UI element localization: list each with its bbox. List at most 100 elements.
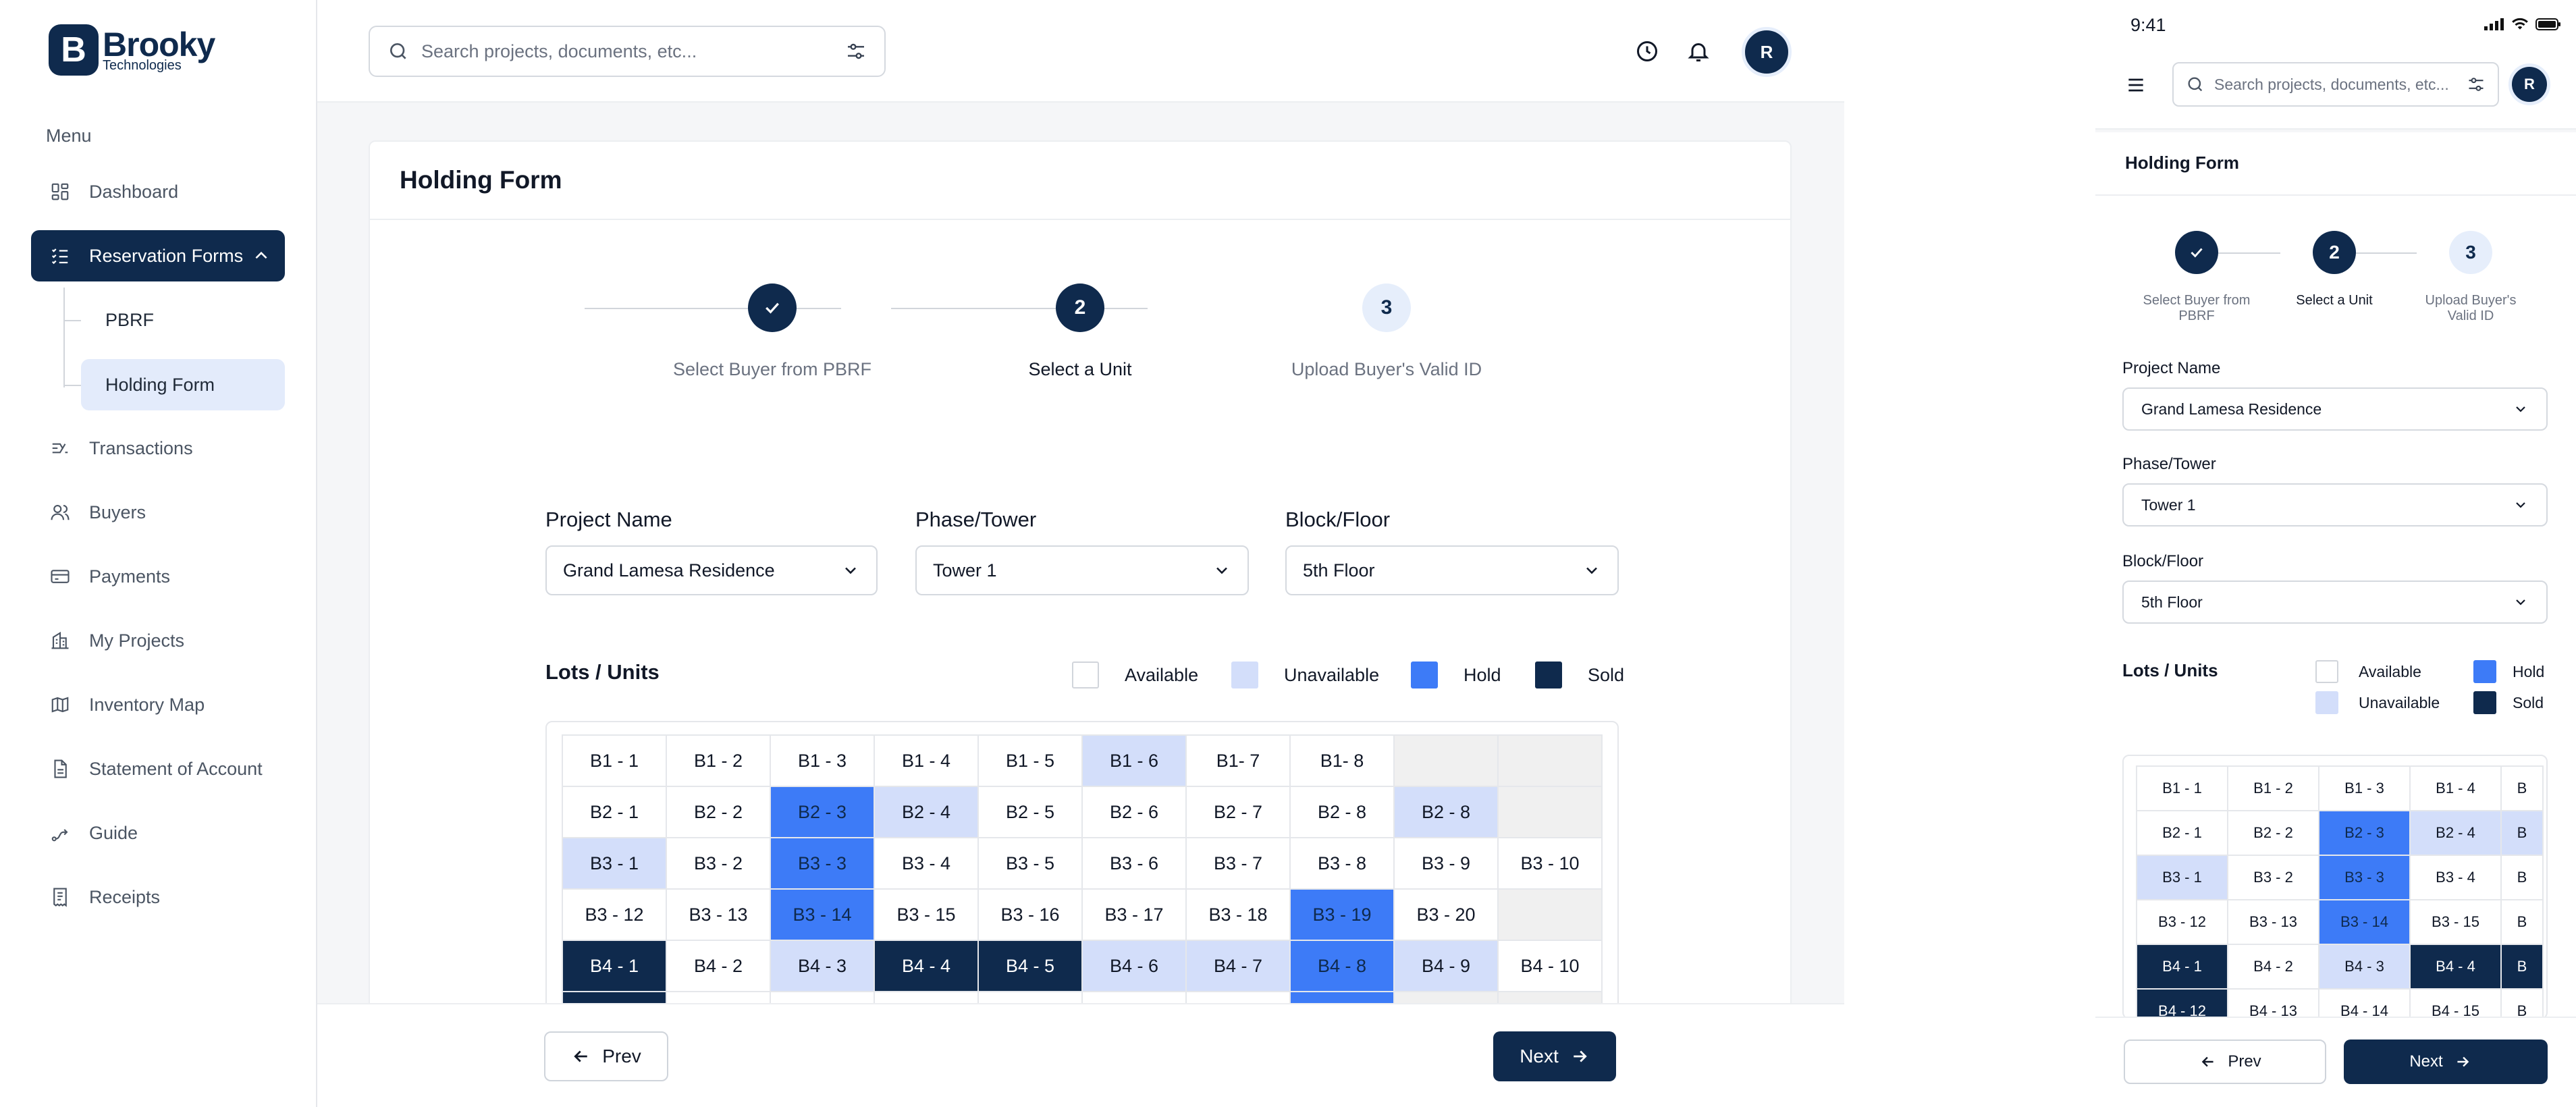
unit-cell[interactable]: B2 - 8 (1291, 787, 1393, 837)
unit-cell[interactable]: B2 - 8 (1395, 787, 1497, 837)
unit-cell[interactable]: B1- 8 (1291, 736, 1393, 786)
unit-cell[interactable]: B3 - 8 (1291, 838, 1393, 888)
unit-cell[interactable]: B3 - 10 (1499, 838, 1601, 888)
search-input[interactable]: Search projects, documents, etc... (421, 41, 845, 62)
unit-cell[interactable]: B1 - 4 (2411, 767, 2500, 810)
avatar[interactable]: R (1742, 27, 1792, 77)
unit-cell[interactable]: B3 - 1 (2137, 856, 2227, 899)
next-button[interactable]: Next (1493, 1031, 1616, 1081)
unit-cell[interactable]: B4 - 14 (2319, 990, 2409, 1018)
unit-cell[interactable]: B3 - 14 (2319, 900, 2409, 944)
brand-logo[interactable]: B Brooky Technologies (49, 24, 215, 76)
unit-cell[interactable]: B3 - 16 (979, 890, 1081, 940)
search-bar[interactable]: Search projects, documents, etc... (369, 26, 886, 77)
unit-cell[interactable]: B3 - 13 (667, 890, 770, 940)
unit-cell[interactable]: B3 - 3 (2319, 856, 2409, 899)
unit-cell[interactable]: B2 - 4 (2411, 811, 2500, 855)
block-floor-select[interactable]: 5th Floor (1285, 545, 1619, 595)
unit-cell[interactable]: B1 - 1 (2137, 767, 2227, 810)
unit-cell[interactable]: B3 - 15 (875, 890, 977, 940)
unit-cell[interactable]: B4 - 1 (563, 941, 666, 991)
unit-cell[interactable]: B (2502, 811, 2542, 855)
unit-cell[interactable]: B3 - 12 (563, 890, 666, 940)
unit-cell[interactable]: B (2502, 856, 2542, 899)
unit-cell[interactable]: B2 - 1 (563, 787, 666, 837)
filter-icon[interactable] (2467, 75, 2486, 94)
unit-cell[interactable]: B (2502, 945, 2542, 988)
unit-cell[interactable]: B1 - 3 (771, 736, 874, 786)
unit-cell[interactable]: B4 - 6 (1083, 941, 1185, 991)
unit-cell[interactable]: B3 - 2 (2228, 856, 2318, 899)
unit-cell[interactable]: B2 - 2 (2228, 811, 2318, 855)
unit-cell[interactable]: B3 - 13 (2228, 900, 2318, 944)
sidebar-item-guide[interactable]: Guide (31, 807, 285, 859)
unit-cell[interactable]: B3 - 12 (2137, 900, 2227, 944)
unit-cell[interactable]: B3 - 19 (1291, 890, 1393, 940)
unit-cell[interactable]: B4 - 15 (2411, 990, 2500, 1018)
unit-cell[interactable]: B1 - 1 (563, 736, 666, 786)
unit-cell[interactable]: B2 - 5 (979, 787, 1081, 837)
unit-cell[interactable]: B1 - 2 (667, 736, 770, 786)
prev-button[interactable]: Prev (544, 1031, 668, 1081)
mobile-block-floor-select[interactable]: 5th Floor (2122, 580, 2548, 624)
unit-cell[interactable]: B4 - 10 (1499, 941, 1601, 991)
unit-cell[interactable]: B2 - 6 (1083, 787, 1185, 837)
unit-cell[interactable]: B3 - 18 (1187, 890, 1289, 940)
unit-cell[interactable]: B2 - 1 (2137, 811, 2227, 855)
mobile-search-bar[interactable]: Search projects, documents, etc... (2172, 62, 2499, 107)
project-name-select[interactable]: Grand Lamesa Residence (545, 545, 878, 595)
sidebar-item-statement-of-account[interactable]: Statement of Account (31, 743, 285, 794)
filter-icon[interactable] (845, 40, 867, 62)
mobile-next-button[interactable]: Next (2344, 1040, 2548, 1084)
mobile-avatar[interactable]: R (2508, 63, 2550, 105)
unit-cell[interactable]: B3 - 3 (771, 838, 874, 888)
unit-cell[interactable]: B3 - 14 (771, 890, 874, 940)
mobile-search-input[interactable]: Search projects, documents, etc... (2214, 76, 2467, 94)
mobile-project-name-select[interactable]: Grand Lamesa Residence (2122, 387, 2548, 431)
unit-cell[interactable]: B3 - 9 (1395, 838, 1497, 888)
unit-cell[interactable]: B2 - 3 (771, 787, 874, 837)
sidebar-item-inventory-map[interactable]: Inventory Map (31, 679, 285, 730)
unit-cell[interactable]: B3 - 7 (1187, 838, 1289, 888)
unit-cell[interactable]: B1- 7 (1187, 736, 1289, 786)
bell-icon[interactable] (1685, 38, 1712, 65)
sidebar-subitem-holding-form[interactable]: Holding Form (81, 359, 285, 410)
sidebar-item-dashboard[interactable]: Dashboard (31, 166, 285, 217)
unit-cell[interactable]: B2 - 2 (667, 787, 770, 837)
chevron-up-icon[interactable] (252, 247, 270, 265)
unit-cell[interactable]: B4 - 7 (1187, 941, 1289, 991)
unit-cell[interactable]: B4 - 1 (2137, 945, 2227, 988)
mobile-phase-tower-select[interactable]: Tower 1 (2122, 483, 2548, 526)
unit-cell[interactable]: B3 - 1 (563, 838, 666, 888)
unit-cell[interactable]: B4 - 5 (979, 941, 1081, 991)
unit-cell[interactable]: B3 - 4 (2411, 856, 2500, 899)
sidebar-item-receipts[interactable]: Receipts (31, 871, 285, 923)
sidebar-item-transactions[interactable]: Transactions (31, 423, 285, 474)
unit-cell[interactable]: B3 - 15 (2411, 900, 2500, 944)
unit-cell[interactable]: B1 - 5 (979, 736, 1081, 786)
history-icon[interactable] (1634, 38, 1661, 65)
unit-cell[interactable]: B3 - 20 (1395, 890, 1497, 940)
unit-cell[interactable]: B (2502, 990, 2542, 1018)
sidebar-item-payments[interactable]: Payments (31, 551, 285, 602)
hamburger-menu-icon[interactable] (2122, 72, 2149, 99)
unit-cell[interactable]: B2 - 3 (2319, 811, 2409, 855)
unit-cell[interactable]: B1 - 2 (2228, 767, 2318, 810)
unit-cell[interactable]: B4 - 9 (1395, 941, 1497, 991)
unit-cell[interactable]: B3 - 17 (1083, 890, 1185, 940)
unit-cell[interactable]: B4 - 2 (667, 941, 770, 991)
unit-cell[interactable]: B3 - 5 (979, 838, 1081, 888)
unit-cell[interactable]: B3 - 2 (667, 838, 770, 888)
sidebar-item-buyers[interactable]: Buyers (31, 487, 285, 538)
phase-tower-select[interactable]: Tower 1 (915, 545, 1249, 595)
sidebar-item-reservation-forms[interactable]: Reservation Forms (31, 230, 285, 281)
unit-cell[interactable]: B3 - 6 (1083, 838, 1185, 888)
sidebar-item-my-projects[interactable]: My Projects (31, 615, 285, 666)
unit-cell[interactable]: B (2502, 767, 2542, 810)
unit-cell[interactable]: B3 - 4 (875, 838, 977, 888)
sidebar-subitem-pbrf[interactable]: PBRF (81, 294, 285, 346)
unit-cell[interactable]: B4 - 12 (2137, 990, 2227, 1018)
unit-cell[interactable]: B4 - 8 (1291, 941, 1393, 991)
unit-cell[interactable]: B4 - 4 (2411, 945, 2500, 988)
unit-cell[interactable]: B1 - 3 (2319, 767, 2409, 810)
